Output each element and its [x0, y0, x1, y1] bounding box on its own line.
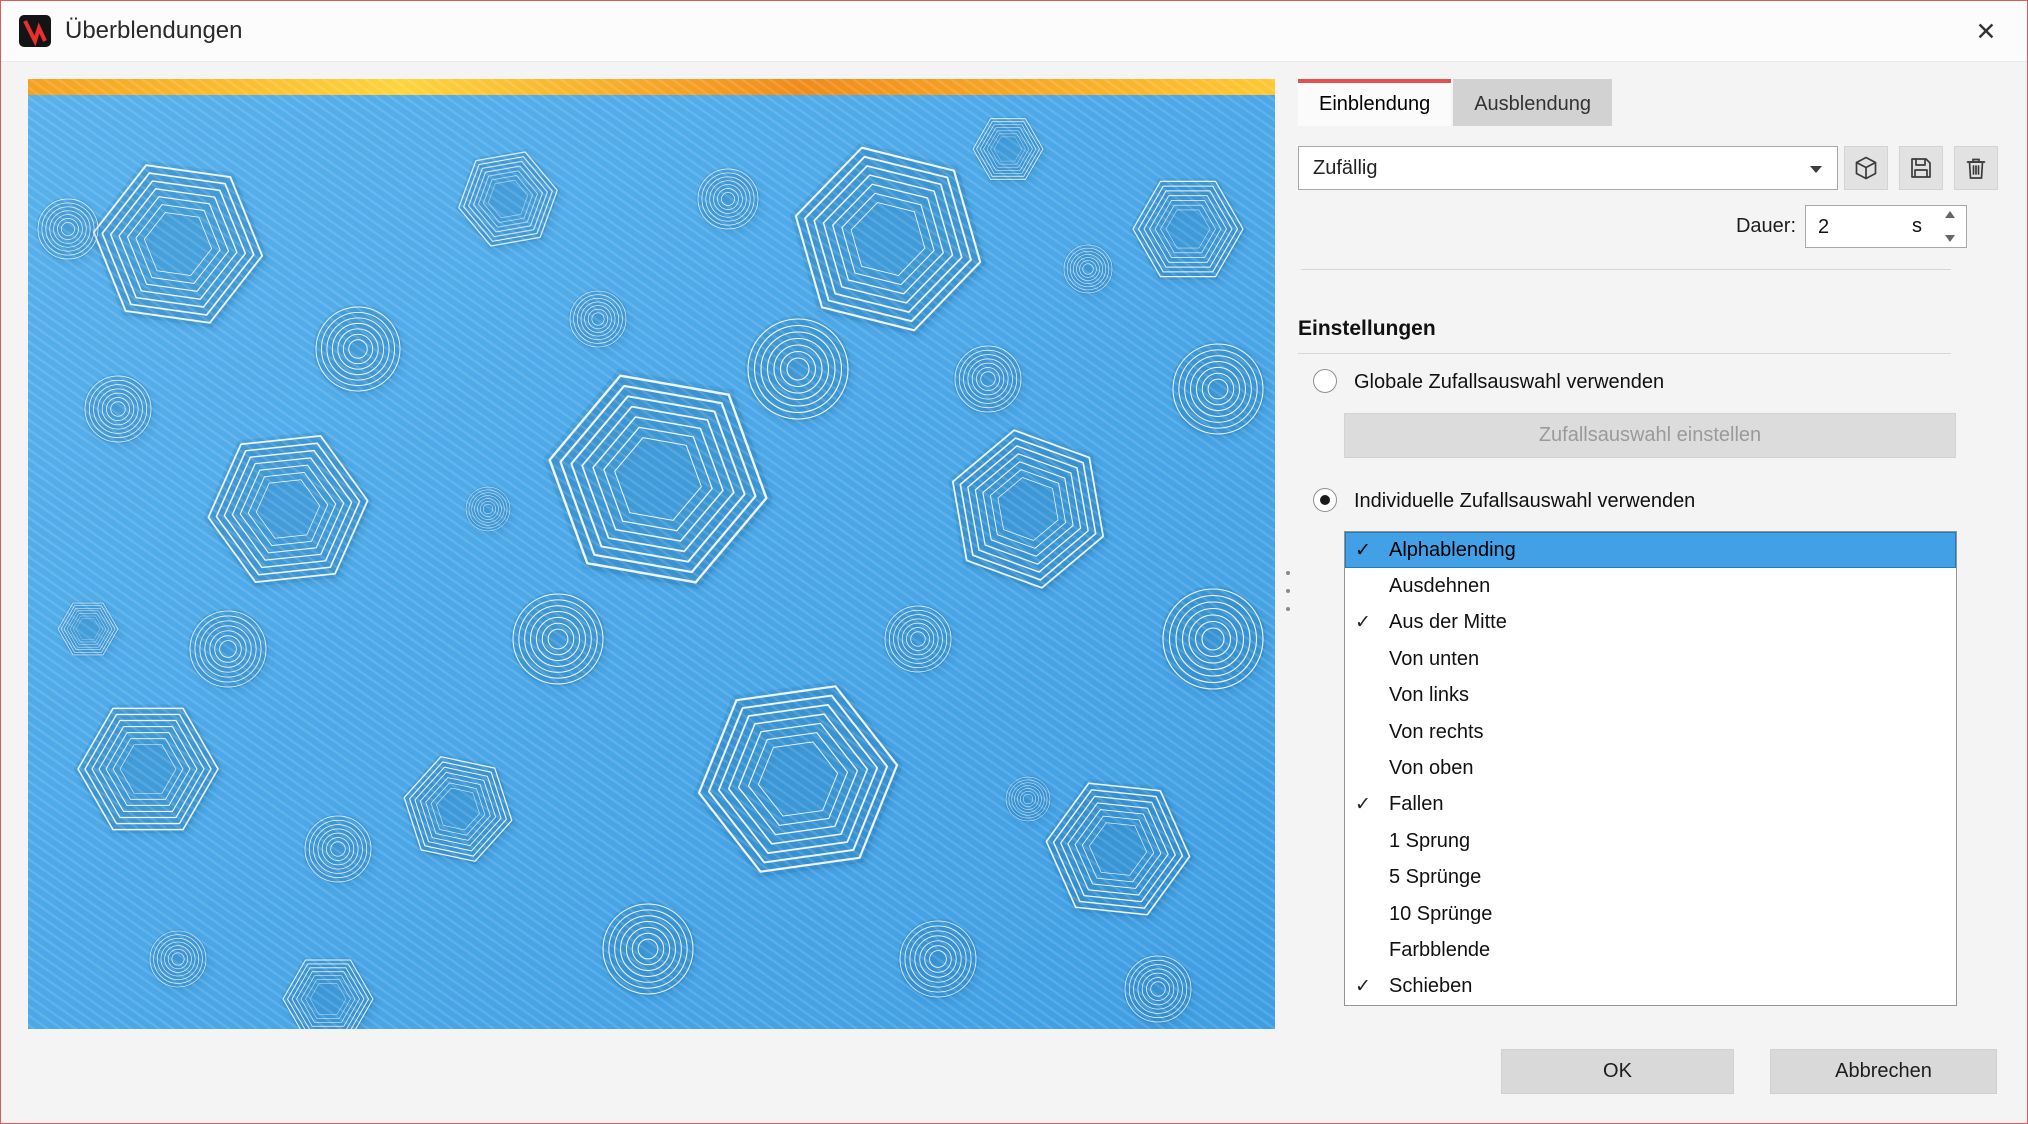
duration-spinner[interactable]	[1939, 211, 1961, 242]
radio-global-label: Globale Zufallsauswahl verwenden	[1354, 371, 1664, 394]
check-icon: ✓	[1345, 793, 1389, 816]
radio-individual-random[interactable]	[1313, 488, 1337, 512]
tab-bar: Einblendung Ausblendung	[1298, 79, 1614, 126]
package-icon	[1853, 155, 1879, 181]
transition-row[interactable]: Von links	[1345, 678, 1956, 714]
transition-label: Fallen	[1389, 793, 1443, 816]
ok-button[interactable]: OK	[1501, 1049, 1734, 1094]
preview-image	[28, 79, 1275, 1029]
chevron-up-icon[interactable]	[1945, 211, 1955, 218]
transition-row[interactable]: Von rechts	[1345, 714, 1956, 750]
check-icon: ✓	[1345, 611, 1389, 634]
delete-button[interactable]	[1954, 146, 1998, 190]
close-icon[interactable]: ✕	[1967, 13, 2005, 51]
duration-input[interactable]	[1806, 206, 1920, 249]
trash-icon	[1963, 155, 1989, 181]
transition-label: Aus der Mitte	[1389, 611, 1507, 634]
transition-row[interactable]: 10 Sprünge	[1345, 896, 1956, 932]
preset-value: Zufällig	[1313, 157, 1377, 180]
transition-row[interactable]: ✓ Schieben	[1345, 969, 1956, 1005]
transition-label: Von links	[1389, 684, 1469, 707]
transition-label: Von unten	[1389, 648, 1479, 671]
transition-row[interactable]: Farbblende	[1345, 932, 1956, 968]
transition-label: 1 Sprung	[1389, 830, 1470, 853]
transition-row[interactable]: ✓ Aus der Mitte	[1345, 605, 1956, 641]
transition-row[interactable]: Von unten	[1345, 641, 1956, 677]
transition-row[interactable]: Von oben	[1345, 750, 1956, 786]
transition-label: Alphablending	[1389, 539, 1516, 562]
splitter-handle[interactable]	[1284, 571, 1292, 611]
radio-global-random[interactable]	[1313, 369, 1337, 393]
separator	[1301, 269, 1951, 270]
duration-box: s	[1805, 205, 1967, 248]
transition-label: Schieben	[1389, 975, 1472, 998]
tab-einblendung[interactable]: Einblendung	[1298, 79, 1451, 126]
settings-heading: Einstellungen	[1298, 317, 1436, 341]
configure-random-button[interactable]: Zufallsauswahl einstellen	[1344, 413, 1956, 458]
tab-ausblendung[interactable]: Ausblendung	[1453, 79, 1612, 126]
check-icon: ✓	[1345, 975, 1389, 998]
package-button[interactable]	[1844, 146, 1888, 190]
transition-row[interactable]: 5 Sprünge	[1345, 860, 1956, 896]
transition-label: Farbblende	[1389, 939, 1490, 962]
transition-preset-select[interactable]: Zufällig	[1298, 146, 1838, 190]
cancel-button[interactable]: Abbrechen	[1770, 1049, 1997, 1094]
window-title: Überblendungen	[65, 17, 242, 45]
transition-label: Von rechts	[1389, 721, 1484, 744]
separator	[1298, 353, 1951, 354]
title-bar: Überblendungen ✕	[1, 1, 2027, 62]
transition-row[interactable]: ✓ Alphablending	[1345, 532, 1956, 568]
app-logo-icon	[19, 15, 51, 47]
transition-label: 10 Sprünge	[1389, 903, 1492, 926]
radio-individual-label: Individuelle Zufallsauswahl verwenden	[1354, 490, 1695, 513]
transition-label: Von oben	[1389, 757, 1474, 780]
transition-row[interactable]: Ausdehnen	[1345, 568, 1956, 604]
check-icon: ✓	[1345, 539, 1389, 562]
duration-unit: s	[1912, 215, 1922, 238]
transition-row[interactable]: 1 Sprung	[1345, 823, 1956, 859]
chevron-down-icon	[1810, 166, 1822, 173]
transition-label: Ausdehnen	[1389, 575, 1490, 598]
save-icon	[1908, 155, 1934, 181]
transition-label: 5 Sprünge	[1389, 866, 1481, 889]
transition-list[interactable]: ✓ Alphablending Ausdehnen ✓ Aus der Mitt…	[1344, 531, 1957, 1006]
chevron-down-icon[interactable]	[1945, 235, 1955, 242]
duration-label: Dauer:	[1621, 215, 1796, 238]
save-button[interactable]	[1899, 146, 1943, 190]
transition-row[interactable]: ✓ Fallen	[1345, 787, 1956, 823]
dialog-window: Überblendungen ✕	[0, 0, 2028, 1124]
